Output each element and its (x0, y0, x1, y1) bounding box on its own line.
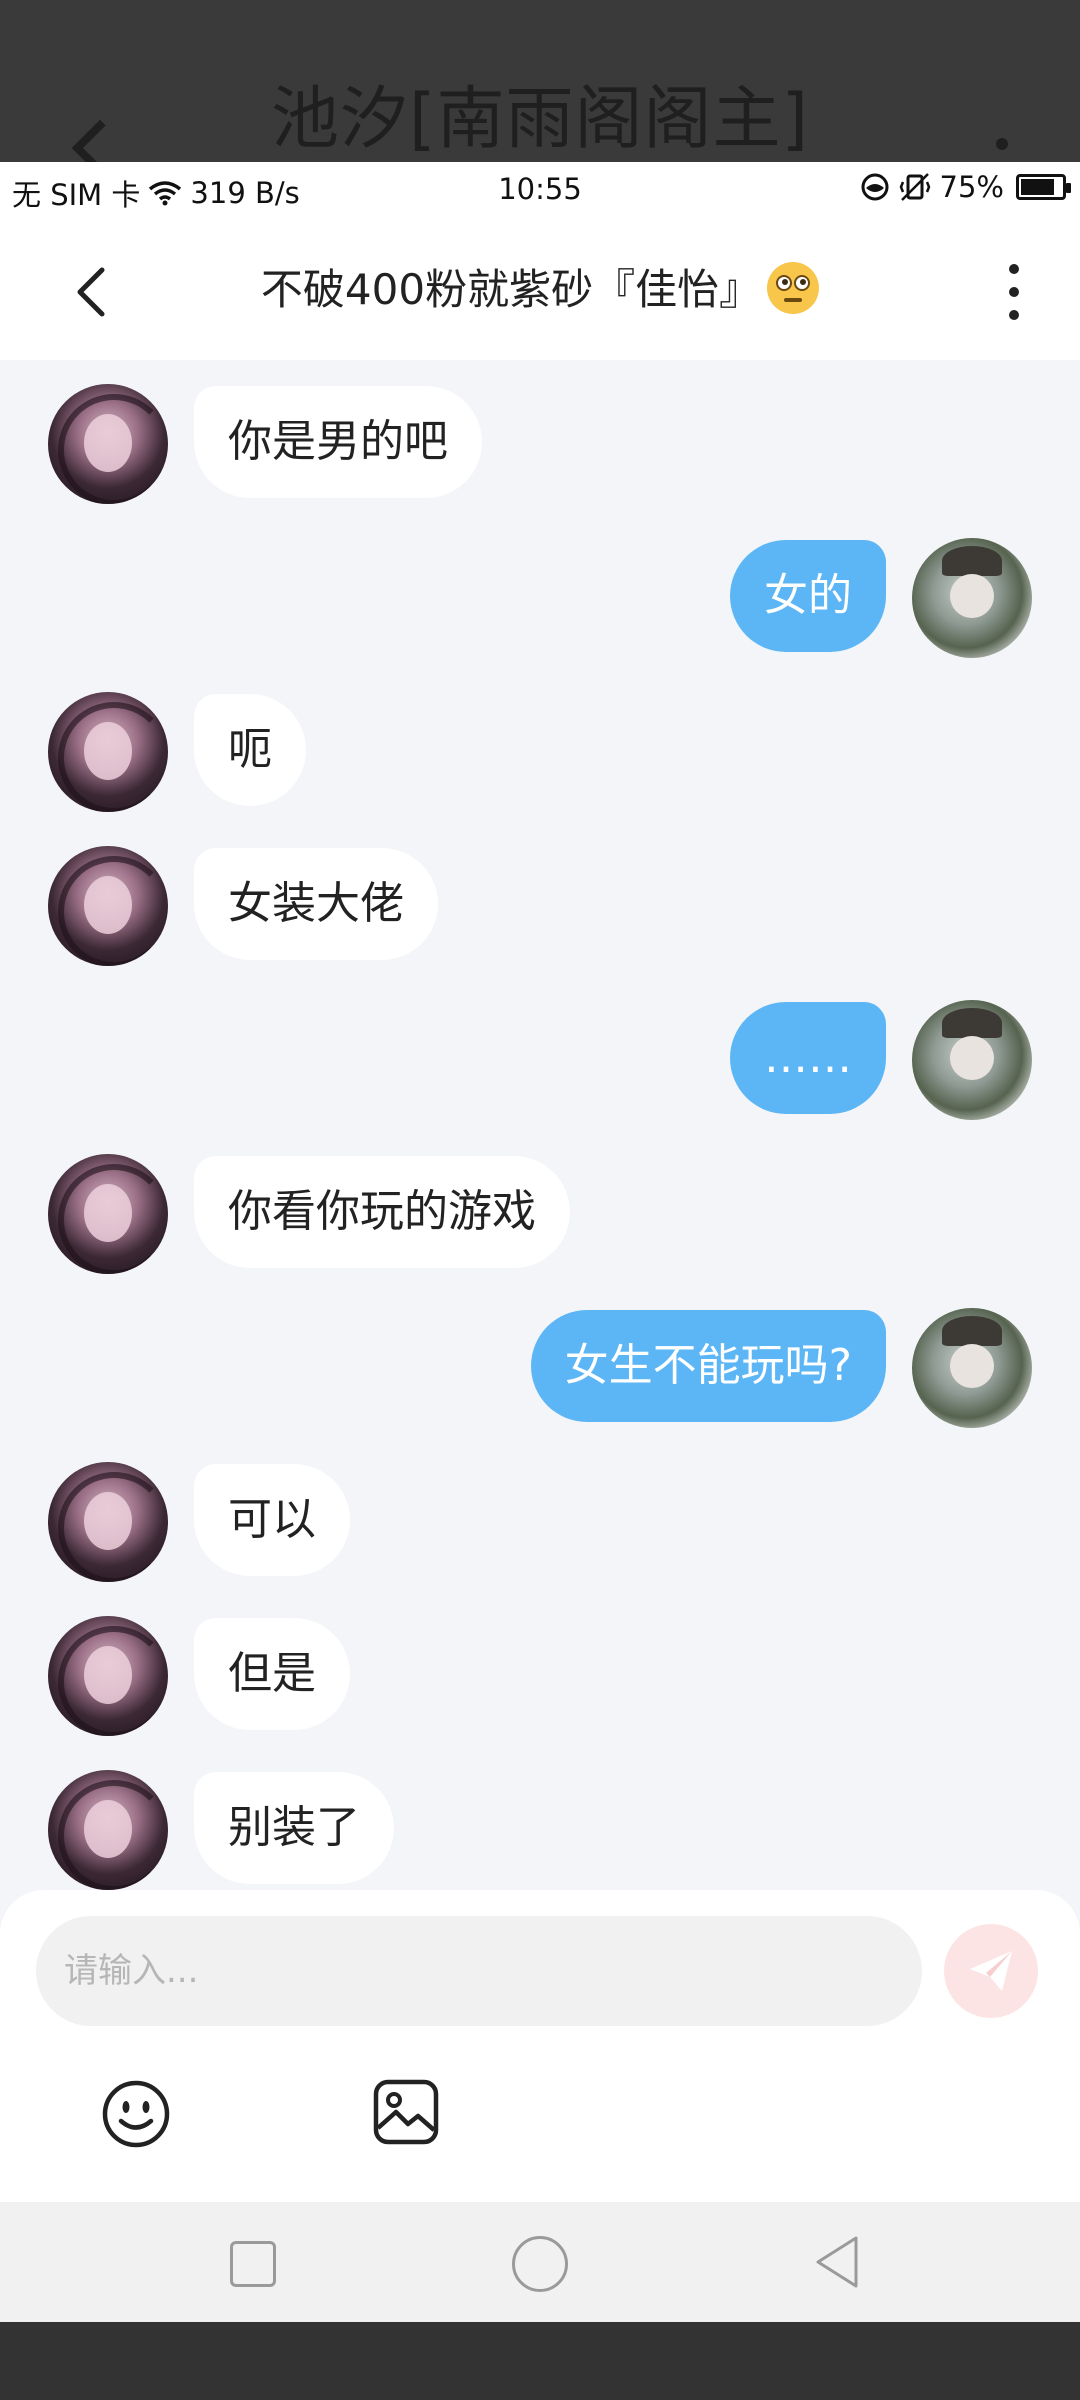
system-nav-bar (0, 2202, 1080, 2322)
phone-screen: 无 SIM 卡 319 B/s 10:55 75% 不破400粉就紫砂『佳怡』 … (0, 162, 1080, 2322)
more-options-button[interactable] (1004, 264, 1024, 320)
eye-roll-emoji-icon (767, 262, 820, 314)
back-button[interactable] (64, 262, 124, 322)
do-not-disturb-icon (861, 173, 889, 201)
status-bar: 无 SIM 卡 319 B/s 10:55 75% (0, 162, 1080, 218)
message-incoming: 你是男的吧 (0, 384, 1080, 504)
message-list[interactable]: 你是男的吧 女的 呃 女装大佬 …… 你看你玩的游戏 女生不能玩吗? 可以 但是… (0, 360, 1080, 2052)
message-bubble[interactable]: 你看你玩的游戏 (194, 1156, 570, 1268)
chat-title-text: 不破400粉就紫砂『佳怡』 (260, 265, 762, 314)
message-bubble[interactable]: …… (730, 1002, 886, 1114)
recent-apps-button[interactable] (230, 2241, 276, 2287)
contact-avatar[interactable] (48, 1462, 168, 1582)
message-outgoing: 女生不能玩吗? (0, 1308, 1080, 1428)
message-bubble[interactable]: 女生不能玩吗? (530, 1310, 886, 1422)
message-incoming: 女装大佬 (0, 846, 1080, 966)
page-indicator: 1/1 (485, 2092, 595, 2166)
chevron-left-icon (77, 267, 105, 317)
vibrate-icon (899, 173, 930, 201)
contact-avatar[interactable] (48, 384, 168, 504)
contact-avatar[interactable] (48, 692, 168, 812)
message-incoming: 可以 (0, 1462, 1080, 1582)
overlay-title: 池汐[南雨阁阁主] (270, 80, 810, 159)
contact-avatar[interactable] (48, 1154, 168, 1274)
message-bubble[interactable]: 呃 (194, 694, 306, 806)
more-dot-icon (1009, 287, 1019, 297)
contact-avatar[interactable] (48, 1616, 168, 1736)
message-bubble[interactable]: 你是男的吧 (194, 386, 482, 498)
chat-title: 不破400粉就紫砂『佳怡』 (160, 260, 920, 320)
user-avatar[interactable] (912, 1308, 1032, 1428)
contact-avatar[interactable] (48, 846, 168, 966)
message-incoming: 你看你玩的游戏 (0, 1154, 1080, 1274)
message-bubble[interactable]: 女的 (730, 540, 886, 652)
more-dot-icon (1009, 310, 1019, 320)
home-button[interactable] (512, 2236, 568, 2292)
message-input[interactable]: 请输入... (36, 1916, 922, 2026)
bottom-overlay-strip (0, 2322, 1080, 2400)
background-overlay: 池汐[南雨阁阁主] (0, 0, 1080, 162)
send-icon (970, 1951, 1012, 1991)
message-bubble[interactable]: 但是 (194, 1618, 350, 1730)
message-incoming: 别装了 (0, 1770, 1080, 1890)
message-incoming: 呃 (0, 692, 1080, 812)
battery-icon (1016, 174, 1071, 200)
system-back-button[interactable] (806, 2232, 866, 2292)
message-outgoing: …… (0, 1000, 1080, 1120)
message-incoming: 但是 (0, 1616, 1080, 1736)
status-right: 75% (860, 170, 1071, 204)
message-outgoing: 女的 (0, 538, 1080, 658)
more-dot-icon (1009, 264, 1019, 274)
send-button[interactable] (944, 1924, 1038, 2018)
message-bubble[interactable]: 可以 (194, 1464, 350, 1576)
chat-header: 不破400粉就紫砂『佳怡』 (0, 218, 1080, 360)
message-bubble[interactable]: 女装大佬 (194, 848, 438, 960)
user-avatar[interactable] (912, 1000, 1032, 1120)
overlay-more-icon (996, 138, 1008, 150)
battery-level-fill (1021, 179, 1054, 195)
contact-avatar[interactable] (48, 1770, 168, 1890)
user-avatar[interactable] (912, 538, 1032, 658)
message-bubble[interactable]: 别装了 (194, 1772, 394, 1884)
battery-percent: 75% (939, 170, 1004, 204)
